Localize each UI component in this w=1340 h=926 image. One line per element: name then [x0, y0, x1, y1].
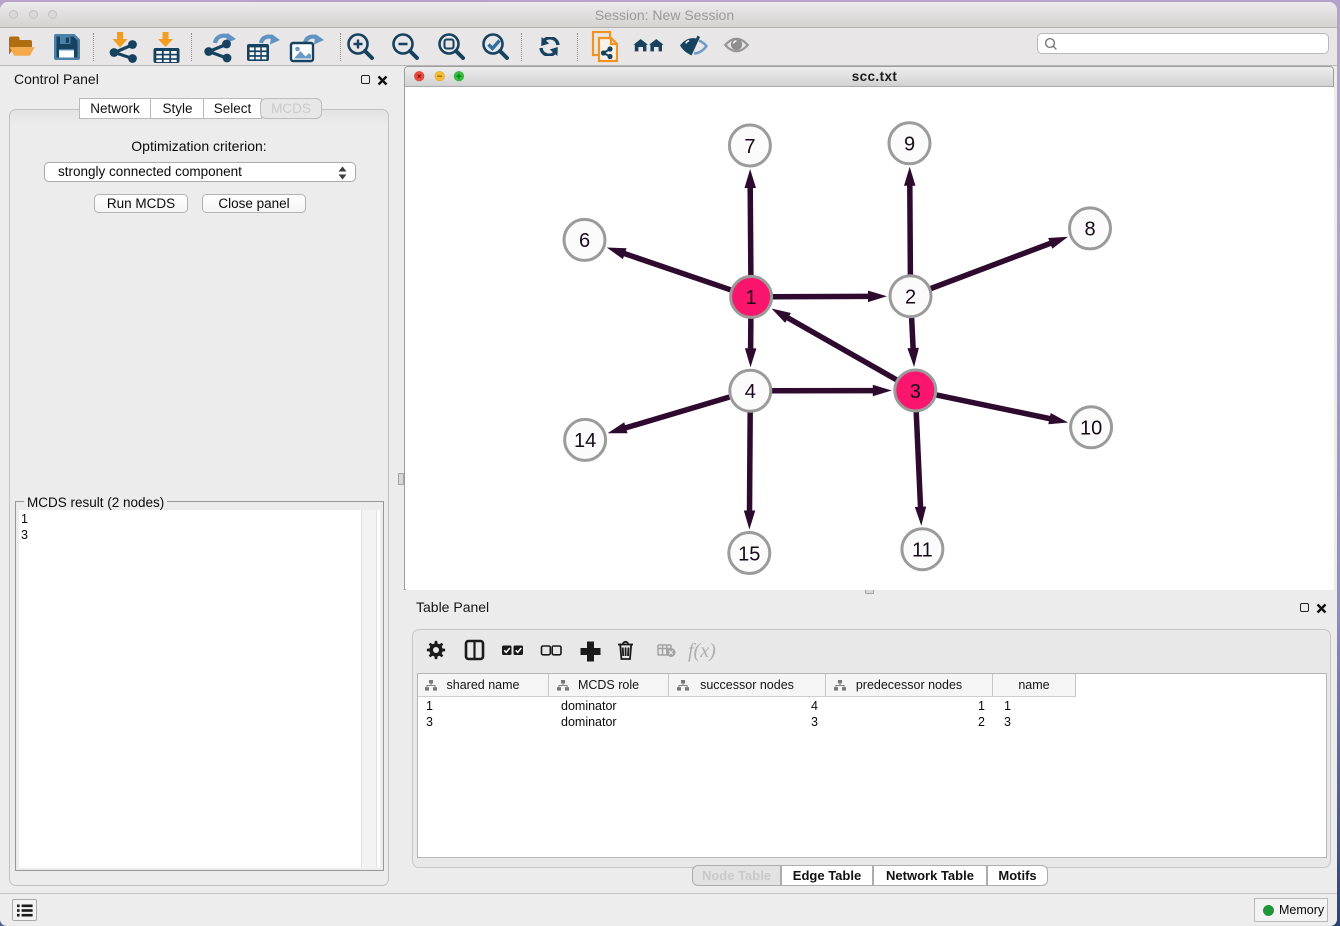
svg-text:7: 7 [744, 136, 755, 158]
svg-text:3: 3 [909, 381, 920, 403]
svg-text:1: 1 [745, 287, 756, 309]
svg-text:f(x): f(x) [688, 640, 716, 662]
svg-text:10: 10 [1079, 418, 1101, 440]
svg-text:6: 6 [578, 230, 589, 252]
svg-text:15: 15 [738, 543, 760, 565]
svg-text:4: 4 [744, 381, 755, 403]
svg-text:11: 11 [912, 540, 933, 562]
svg-text:14: 14 [573, 430, 595, 452]
svg-text:9: 9 [903, 134, 914, 156]
svg-text:2: 2 [904, 287, 915, 309]
svg-text:8: 8 [1084, 219, 1095, 241]
